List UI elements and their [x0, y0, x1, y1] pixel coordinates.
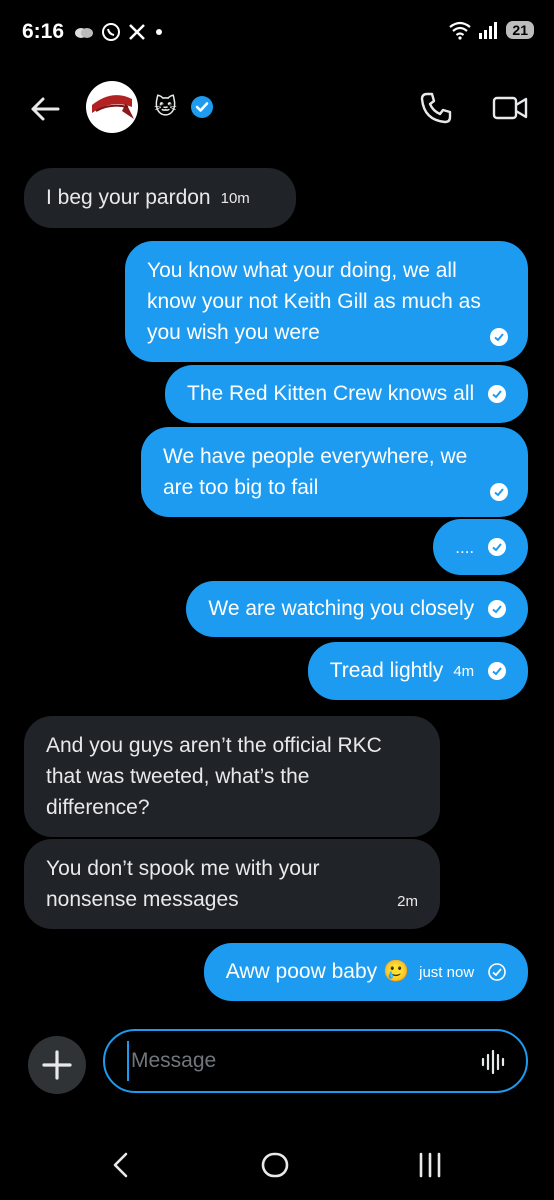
- message-text: The Red Kitten Crew knows all: [187, 382, 475, 405]
- sent-check-icon: [488, 963, 506, 982]
- message-input[interactable]: [127, 1041, 467, 1081]
- battery-icon: 21: [506, 21, 534, 39]
- verified-badge-icon: [191, 96, 213, 118]
- cloud-icon: [75, 28, 93, 38]
- nav-recents-icon[interactable]: [416, 1150, 444, 1180]
- message-text: You don’t spook me with your nonsense me…: [46, 857, 320, 911]
- message-incoming[interactable]: You don’t spook me with your nonsense me…: [24, 839, 440, 929]
- message-time: 10m: [220, 189, 250, 207]
- message-outgoing[interactable]: Tread lightly 4m: [307, 642, 528, 700]
- status-right: 21: [448, 20, 534, 40]
- message-text: And you guys aren’t the official RKC tha…: [46, 734, 382, 819]
- nav-home-icon[interactable]: [260, 1150, 290, 1180]
- message-text: ....: [455, 538, 475, 557]
- message-text: Tread lightly: [329, 659, 444, 682]
- message-text: We have people everywhere, we are too bi…: [163, 445, 468, 499]
- wifi-icon: [449, 21, 472, 40]
- message-outgoing[interactable]: You know what your doing, we all know yo…: [125, 241, 528, 362]
- status-time: 6:16: [22, 20, 65, 43]
- contact-name-emoji: 🐱: [154, 94, 177, 119]
- plus-icon: [42, 1050, 72, 1080]
- nav-back-icon[interactable]: [108, 1150, 134, 1180]
- whatsapp-icon: [102, 23, 120, 41]
- message-outgoing[interactable]: We have people everywhere, we are too bi…: [141, 427, 528, 517]
- message-text: Aww poow baby 🥲: [225, 960, 410, 983]
- notification-icons: [74, 22, 165, 42]
- read-check-icon: [490, 328, 508, 346]
- avatar[interactable]: [86, 81, 138, 133]
- message-time: just now: [419, 963, 475, 981]
- message-composer: [103, 1029, 528, 1093]
- message-outgoing[interactable]: Aww poow baby 🥲 just now: [203, 943, 528, 1001]
- message-text: I beg your pardon: [46, 186, 211, 209]
- read-check-icon: [488, 600, 506, 619]
- conversation-header: 🐱: [0, 70, 554, 150]
- message-incoming[interactable]: And you guys aren’t the official RKC tha…: [24, 716, 440, 837]
- message-text: You know what your doing, we all know yo…: [147, 259, 481, 344]
- message-time: 4m: [453, 662, 475, 680]
- back-arrow-icon[interactable]: [28, 92, 62, 126]
- read-check-icon: [488, 538, 506, 557]
- message-outgoing[interactable]: ....: [433, 519, 528, 575]
- message-time: 2m: [397, 893, 418, 910]
- status-bar: 6:16 21: [0, 0, 554, 66]
- system-nav-bar: [0, 1140, 554, 1190]
- message-outgoing[interactable]: We are watching you closely: [186, 581, 528, 637]
- x-icon: [129, 24, 145, 40]
- read-check-icon: [488, 662, 506, 681]
- read-check-icon: [488, 385, 506, 404]
- signal-icon: [479, 22, 498, 39]
- message-outgoing[interactable]: The Red Kitten Crew knows all: [165, 365, 528, 423]
- video-call-icon[interactable]: [492, 94, 528, 122]
- add-attachment-button[interactable]: [28, 1036, 86, 1094]
- voice-message-icon[interactable]: [480, 1049, 506, 1075]
- red-bandana-icon: [92, 95, 134, 119]
- dot-icon: [156, 29, 162, 35]
- read-check-icon: [490, 483, 508, 501]
- message-text: We are watching you closely: [208, 597, 475, 620]
- phone-call-icon[interactable]: [418, 90, 454, 126]
- message-incoming[interactable]: I beg your pardon 10m: [24, 168, 296, 228]
